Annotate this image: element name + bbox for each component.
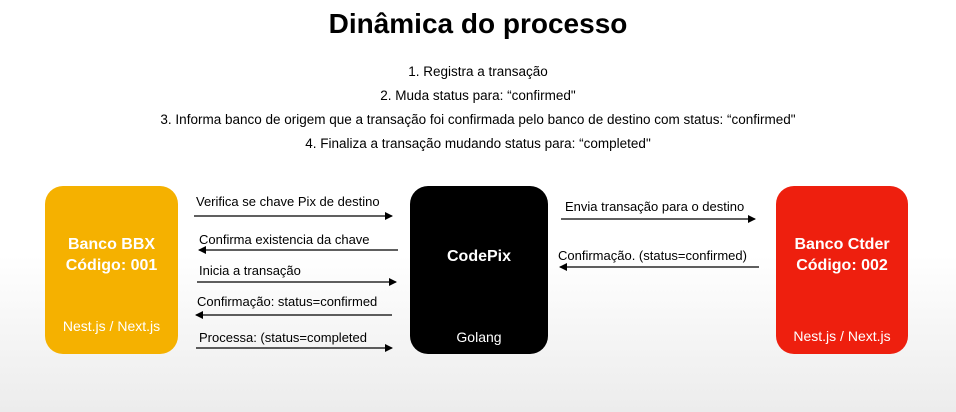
flow-arrows [194,212,759,352]
